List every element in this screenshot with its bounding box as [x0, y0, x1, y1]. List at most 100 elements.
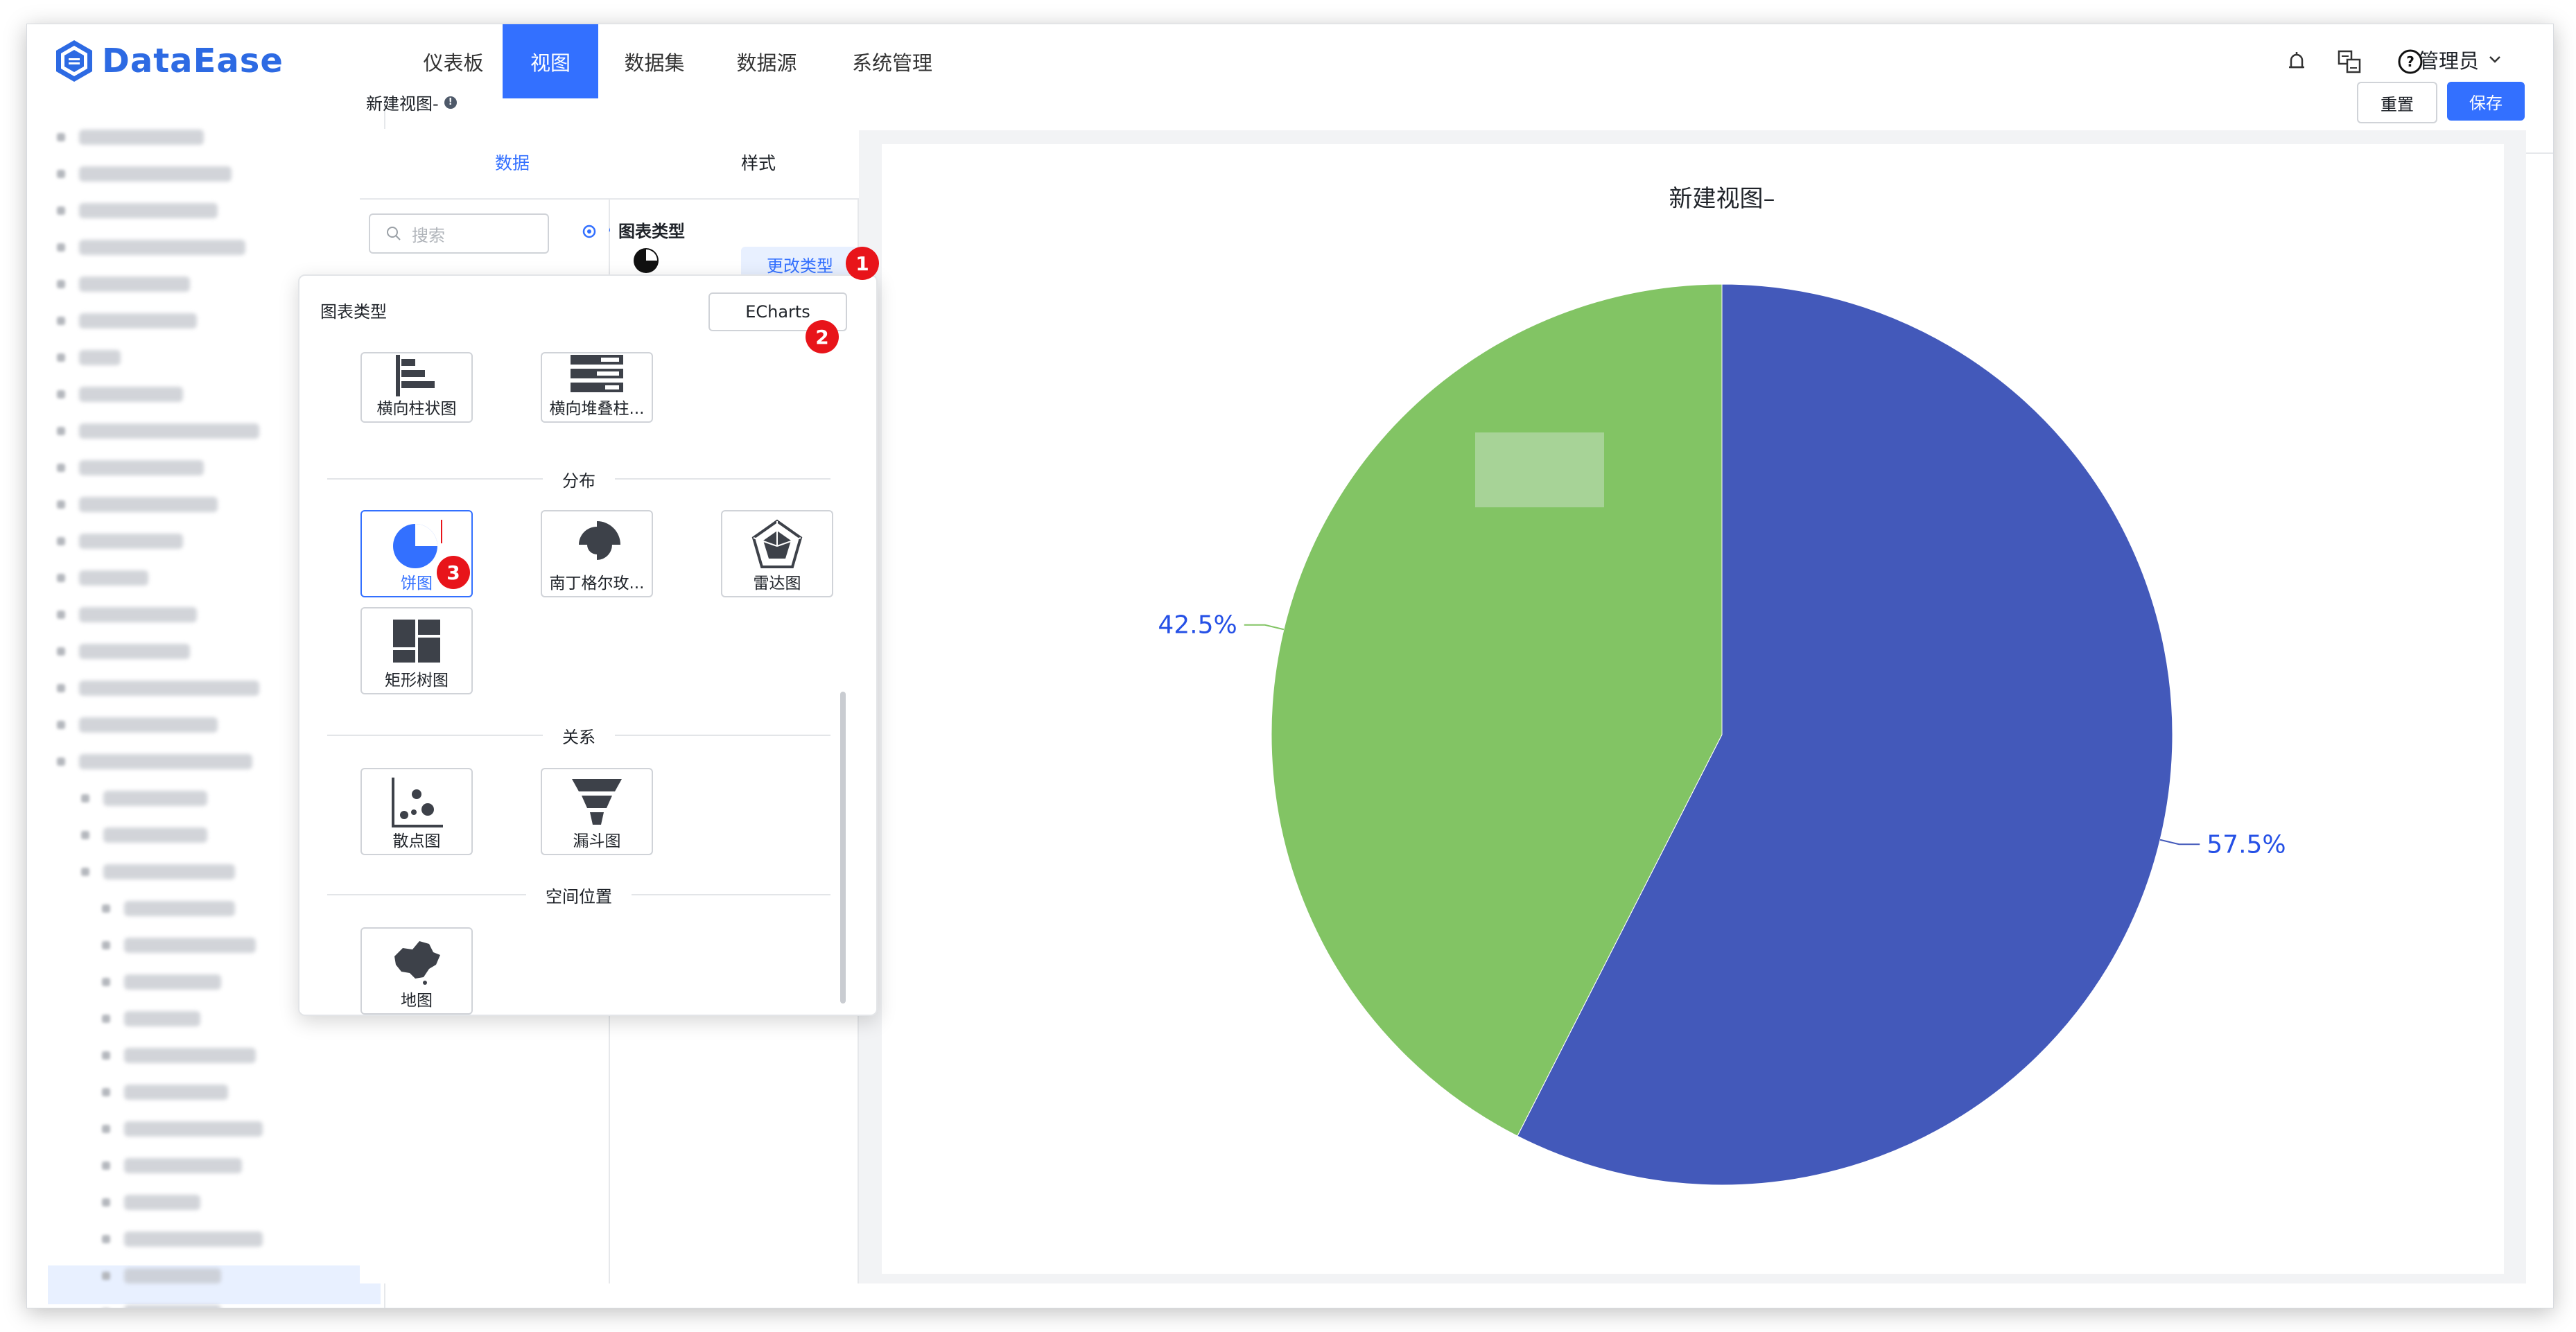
scatter-chart-icon: [392, 778, 443, 827]
tree-node-marker: [57, 647, 65, 656]
translate-icon[interactable]: [2335, 48, 2363, 76]
tree-node-label[interactable]: [79, 460, 204, 475]
save-button[interactable]: 保存: [2447, 82, 2525, 121]
tree-node-marker: [57, 684, 65, 692]
chart-card-label: 横向堆叠柱...: [549, 400, 645, 418]
tree-node-marker: [57, 207, 65, 215]
tree-node-marker: [102, 1125, 110, 1133]
tree-node-label[interactable]: [79, 166, 232, 182]
chart-type-label: 图表类型: [618, 222, 685, 241]
group-title: 关系: [562, 727, 595, 747]
tree-node-label[interactable]: [79, 754, 252, 769]
tree-node-label[interactable]: [124, 1158, 242, 1173]
reset-button[interactable]: 重置: [2357, 82, 2437, 123]
tree-node-marker: [102, 1235, 110, 1243]
tree-node-label[interactable]: [79, 350, 121, 365]
nav-tab-view[interactable]: 视图: [503, 24, 598, 98]
tree-node-label[interactable]: [79, 717, 218, 733]
tree-node-marker: [57, 721, 65, 729]
chart-type-popover: 图表类型 ECharts 横向柱状图 横向堆叠柱... 分布 饼图 南丁格尔玫.…: [298, 274, 878, 1016]
popover-scrollbar[interactable]: [840, 692, 846, 1004]
chart-card-horizontal-stacked-bar[interactable]: 横向堆叠柱...: [541, 352, 653, 423]
chart-card-map[interactable]: 地图: [360, 927, 473, 1015]
chart-card-funnel[interactable]: 漏斗图: [541, 768, 653, 855]
tab-style[interactable]: 样式: [741, 150, 776, 175]
tree-node-label[interactable]: [79, 203, 218, 218]
tree-node-marker: [102, 1051, 110, 1060]
chart-card-horizontal-bar[interactable]: 横向柱状图: [360, 352, 473, 423]
tree-node-label[interactable]: [124, 1011, 200, 1026]
tree-node-label[interactable]: [124, 901, 235, 916]
view-title-text: 新建视图-: [366, 94, 439, 114]
svg-text:?: ?: [2406, 53, 2414, 70]
field-search-input[interactable]: 搜索: [369, 213, 549, 254]
search-placeholder: 搜索: [412, 225, 445, 245]
tree-node-marker: [102, 1198, 110, 1207]
tree-node-label[interactable]: [79, 534, 183, 549]
nav-tab-system[interactable]: 系统管理: [823, 24, 961, 98]
step-badge-2: 2: [806, 320, 839, 353]
nav-tab-datasource[interactable]: 数据源: [711, 24, 823, 98]
chart-card-treemap[interactable]: 矩形树图: [360, 607, 473, 694]
chart-canvas: [882, 144, 2504, 1274]
nav-tab-dataset[interactable]: 数据集: [598, 24, 711, 98]
tree-node-label[interactable]: [79, 681, 259, 696]
user-menu[interactable]: 管理员: [2419, 45, 2504, 74]
dataease-logo-icon: [56, 40, 92, 82]
tree-node-marker: [102, 1088, 110, 1096]
tree-node-marker: [102, 978, 110, 986]
group-title: 空间位置: [546, 886, 612, 906]
nav-tab-dashboard[interactable]: 仪表板: [401, 24, 505, 98]
tree-node-label[interactable]: [79, 277, 190, 292]
chart-card-nightingale-rose[interactable]: 南丁格尔玫...: [541, 510, 653, 597]
horizontal-bar-chart-icon: [396, 355, 435, 396]
tree-node-label[interactable]: [103, 791, 207, 806]
tree-node-label[interactable]: [124, 974, 221, 990]
radar-chart-icon: [751, 519, 803, 568]
tree-node-label[interactable]: [124, 1305, 221, 1308]
info-icon[interactable]: !: [444, 96, 457, 109]
panel-tabs: 数据 样式: [360, 129, 859, 200]
tree-node-label[interactable]: [79, 130, 204, 145]
tree-node-label[interactable]: [124, 1085, 228, 1100]
tree-node-label[interactable]: [124, 1268, 221, 1283]
tree-node-marker: [57, 757, 65, 766]
step-badge-1: 1: [846, 247, 879, 280]
tree-node-marker: [57, 611, 65, 619]
tree-node-label[interactable]: [79, 644, 190, 659]
step-badge-3: 3: [437, 556, 470, 589]
tree-node-label[interactable]: [79, 607, 197, 622]
tree-node-label[interactable]: [79, 497, 218, 512]
funnel-chart-icon: [572, 779, 622, 825]
group-title: 分布: [562, 471, 595, 491]
tree-node-marker: [57, 243, 65, 252]
gear-icon[interactable]: [580, 222, 599, 241]
tree-node-label[interactable]: [79, 570, 148, 586]
tree-node-marker: [57, 133, 65, 141]
tree-node-label[interactable]: [79, 313, 197, 328]
tree-node-label[interactable]: [124, 938, 256, 953]
tree-node-marker: [57, 353, 65, 362]
tree-node-label[interactable]: [103, 864, 235, 879]
tree-node-label[interactable]: [79, 240, 245, 255]
tree-node-label[interactable]: [124, 1048, 256, 1063]
tree-node-marker: [57, 500, 65, 509]
tab-data[interactable]: 数据: [495, 150, 530, 175]
group-header-distribution: 分布: [327, 468, 830, 491]
chart-card-scatter[interactable]: 散点图: [360, 768, 473, 855]
chart-card-label: 地图: [401, 992, 433, 1010]
tree-node-label[interactable]: [124, 1195, 200, 1210]
chart-card-radar[interactable]: 雷达图: [721, 510, 833, 597]
search-icon: [387, 227, 401, 240]
tree-node-label[interactable]: [79, 387, 183, 402]
view-title: 新建视图- !: [366, 90, 457, 114]
chevron-down-icon: [2489, 56, 2500, 63]
notification-icon[interactable]: [2283, 48, 2310, 76]
tree-node-marker: [57, 574, 65, 582]
tree-node-marker: [81, 794, 89, 803]
tree-node-label[interactable]: [124, 1232, 263, 1247]
tree-node-label[interactable]: [79, 423, 259, 439]
tree-node-label[interactable]: [103, 827, 207, 843]
tree-node-label[interactable]: [124, 1121, 263, 1137]
app-logo[interactable]: DataEase: [53, 37, 284, 85]
